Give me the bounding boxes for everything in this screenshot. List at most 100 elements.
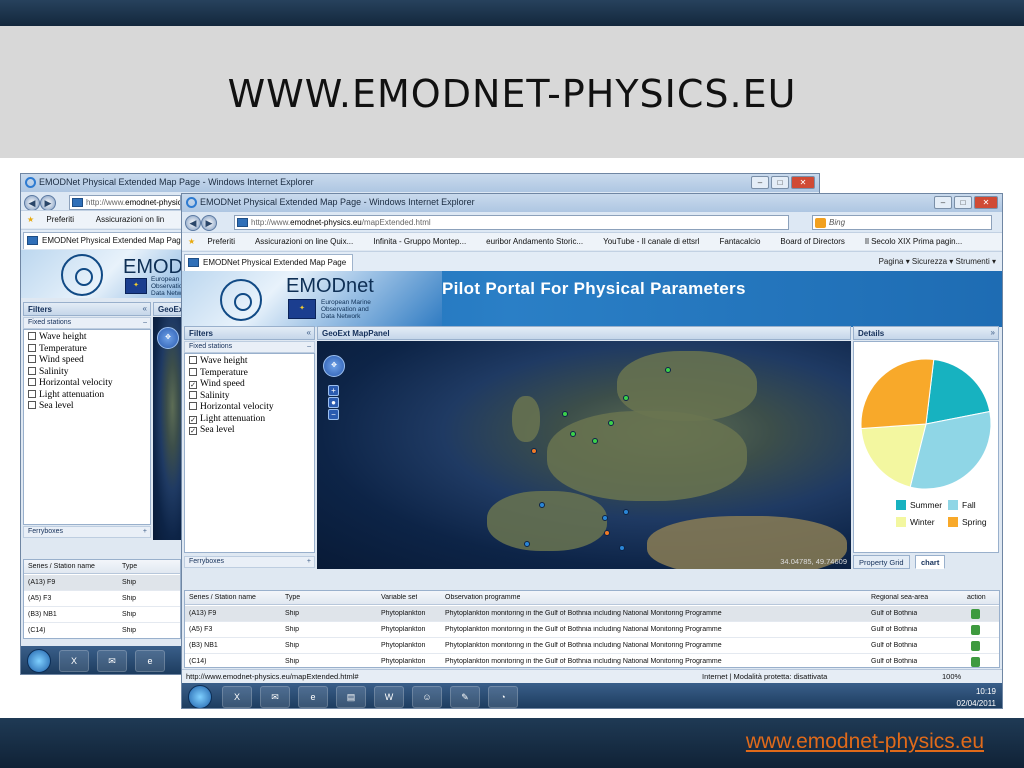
table-row[interactable]: (A13) F9 Ship Phytoplankton Phytoplankton m…: [185, 606, 999, 622]
station-marker[interactable]: [539, 501, 546, 508]
favorite-link[interactable]: Fantacalcio: [719, 237, 770, 246]
back-address-bar[interactable]: http://www.emodnet-physic: [69, 195, 181, 210]
start-button-icon[interactable]: [27, 649, 51, 673]
maximize-button[interactable]: □: [954, 196, 972, 209]
zoom-out-button[interactable]: −: [328, 409, 339, 420]
filter-checkbox[interactable]: ✓: [189, 415, 197, 424]
tab-property-grid[interactable]: Property Grid: [853, 555, 910, 569]
station-marker[interactable]: [602, 514, 609, 521]
favorite-link[interactable]: Assicurazioni on line Quix...: [255, 237, 363, 246]
table-row[interactable]: (A5) F3 Ship: [24, 591, 180, 607]
filter-item[interactable]: Wave height: [28, 332, 150, 344]
filter-item[interactable]: Horizontal velocity: [28, 378, 150, 390]
favorite-link[interactable]: YouTube - Il canale di ettsrl: [603, 237, 709, 246]
search-input[interactable]: Bing: [812, 215, 992, 230]
table-row[interactable]: (C14) Ship Phytoplankton Phytoplankton moni…: [185, 654, 999, 667]
filter-checkbox[interactable]: [28, 378, 36, 386]
ie-taskbar-icon[interactable]: e: [298, 686, 328, 708]
filter-item[interactable]: ✓ Wind speed: [189, 379, 314, 391]
expand-icon[interactable]: »: [991, 328, 995, 337]
table-row[interactable]: (A5) F3 Ship Phytoplankton Phytoplankton mo…: [185, 622, 999, 638]
table-row[interactable]: (B3) NB1 Ship: [24, 607, 180, 623]
download-action-icon[interactable]: [971, 657, 980, 667]
col-variable-set[interactable]: Variable set: [381, 594, 417, 601]
col-observation-programme[interactable]: Observation programme: [445, 594, 520, 601]
filter-checkbox[interactable]: [189, 402, 197, 410]
collapse-icon[interactable]: «: [143, 304, 147, 313]
filter-item[interactable]: Temperature: [28, 343, 150, 356]
col-type[interactable]: Type: [285, 594, 300, 601]
plus-icon[interactable]: +: [143, 528, 147, 535]
filter-checkbox[interactable]: [28, 389, 36, 398]
minus-icon[interactable]: –: [307, 343, 311, 350]
filter-checkbox[interactable]: [189, 367, 197, 376]
back-nav-icon[interactable]: ◀: [185, 215, 201, 231]
back-tab[interactable]: EMODNet Physical Extended Map Page: [23, 232, 193, 249]
filter-checkbox[interactable]: [28, 401, 36, 409]
minus-icon[interactable]: –: [143, 319, 147, 326]
filter-item[interactable]: Light attenuation: [28, 389, 150, 402]
station-marker[interactable]: [523, 541, 530, 548]
monitor-taskbar-icon[interactable]: ◔: [488, 686, 518, 708]
station-marker[interactable]: [622, 395, 629, 401]
folder-taskbar-icon[interactable]: ▤: [336, 686, 366, 708]
messenger-taskbar-icon[interactable]: ☺: [412, 686, 442, 708]
zoom-in-button[interactable]: +: [328, 385, 339, 396]
station-marker[interactable]: [619, 544, 626, 551]
back-map[interactable]: ✥: [153, 317, 183, 540]
tab-chart[interactable]: chart: [915, 555, 946, 569]
filter-item[interactable]: Wave height: [189, 356, 314, 368]
favorite-link[interactable]: ★ Preferiti: [188, 237, 245, 246]
station-marker[interactable]: [531, 448, 538, 455]
outlook-taskbar-icon[interactable]: ✉: [97, 650, 127, 672]
tab-tools[interactable]: Pagina ▾ Sicurezza ▾ Strumenti ▾: [879, 257, 996, 266]
filter-checkbox[interactable]: [189, 356, 197, 364]
filter-item[interactable]: ✓ Light attenuation: [189, 414, 314, 426]
col-regional-sea-area[interactable]: Regional sea-area: [871, 594, 928, 601]
forward-nav-icon[interactable]: ▶: [40, 195, 56, 211]
station-marker[interactable]: [607, 419, 614, 426]
clock[interactable]: 10:19 02/04/2011: [957, 686, 996, 708]
table-row[interactable]: (A13) F9 Ship: [24, 575, 180, 591]
table-row[interactable]: (C14) Ship: [24, 623, 180, 638]
download-action-icon[interactable]: [971, 609, 980, 619]
outlook-taskbar-icon[interactable]: ✉: [260, 686, 290, 708]
favorite-link[interactable]: euribor Andamento Storic...: [486, 237, 593, 246]
station-marker[interactable]: [664, 366, 671, 373]
ie-taskbar-icon[interactable]: e: [135, 650, 165, 672]
table-row[interactable]: (B3) NB1 Ship Phytoplankton Phytoplankton m…: [185, 638, 999, 654]
station-marker[interactable]: [603, 530, 610, 537]
front-map[interactable]: ✥ + ● − 34.04785, 49.74609: [317, 341, 851, 569]
favorite-link[interactable]: Infinita - Gruppo Montep...: [373, 237, 476, 246]
forward-nav-icon[interactable]: ▶: [201, 215, 217, 231]
minimize-button[interactable]: –: [751, 176, 769, 189]
filter-item[interactable]: Horizontal velocity: [189, 402, 314, 414]
status-zoom[interactable]: 100%: [942, 672, 961, 681]
zoom-world-button[interactable]: ●: [328, 397, 339, 408]
fav-assicurazioni[interactable]: Assicurazioni on lin: [96, 215, 164, 224]
back-nav-icon[interactable]: ◀: [24, 195, 40, 211]
maximize-button[interactable]: □: [771, 176, 789, 189]
pan-control-icon[interactable]: ✥: [157, 327, 179, 349]
close-button[interactable]: ✕: [791, 176, 815, 189]
fav-preferiti[interactable]: ★ Preferiti: [27, 215, 84, 224]
back-col-station[interactable]: Series / Station name: [28, 563, 95, 570]
station-marker[interactable]: [561, 410, 568, 417]
filter-checkbox[interactable]: [189, 390, 197, 399]
plus-icon[interactable]: +: [307, 558, 311, 565]
front-address-bar[interactable]: http://www.emodnet-physics.eu/mapExtende…: [234, 215, 789, 230]
filter-checkbox[interactable]: [28, 332, 36, 340]
col-station[interactable]: Series / Station name: [189, 594, 256, 601]
filter-item[interactable]: Salinity: [189, 390, 314, 403]
front-tab[interactable]: EMODNet Physical Extended Map Page: [184, 254, 354, 271]
footer-link[interactable]: www.emodnet-physics.eu: [746, 730, 984, 754]
close-button[interactable]: ✕: [974, 196, 998, 209]
filter-checkbox[interactable]: [28, 343, 36, 352]
start-button-icon[interactable]: [188, 685, 212, 708]
favorite-link[interactable]: Board of Directors: [780, 237, 854, 246]
filter-checkbox[interactable]: ✓: [189, 381, 197, 389]
excel-taskbar-icon[interactable]: X: [59, 650, 89, 672]
favorite-link[interactable]: Il Secolo XIX Prima pagin...: [865, 237, 972, 246]
filter-item[interactable]: ✓ Sea level: [189, 425, 314, 437]
minimize-button[interactable]: –: [934, 196, 952, 209]
